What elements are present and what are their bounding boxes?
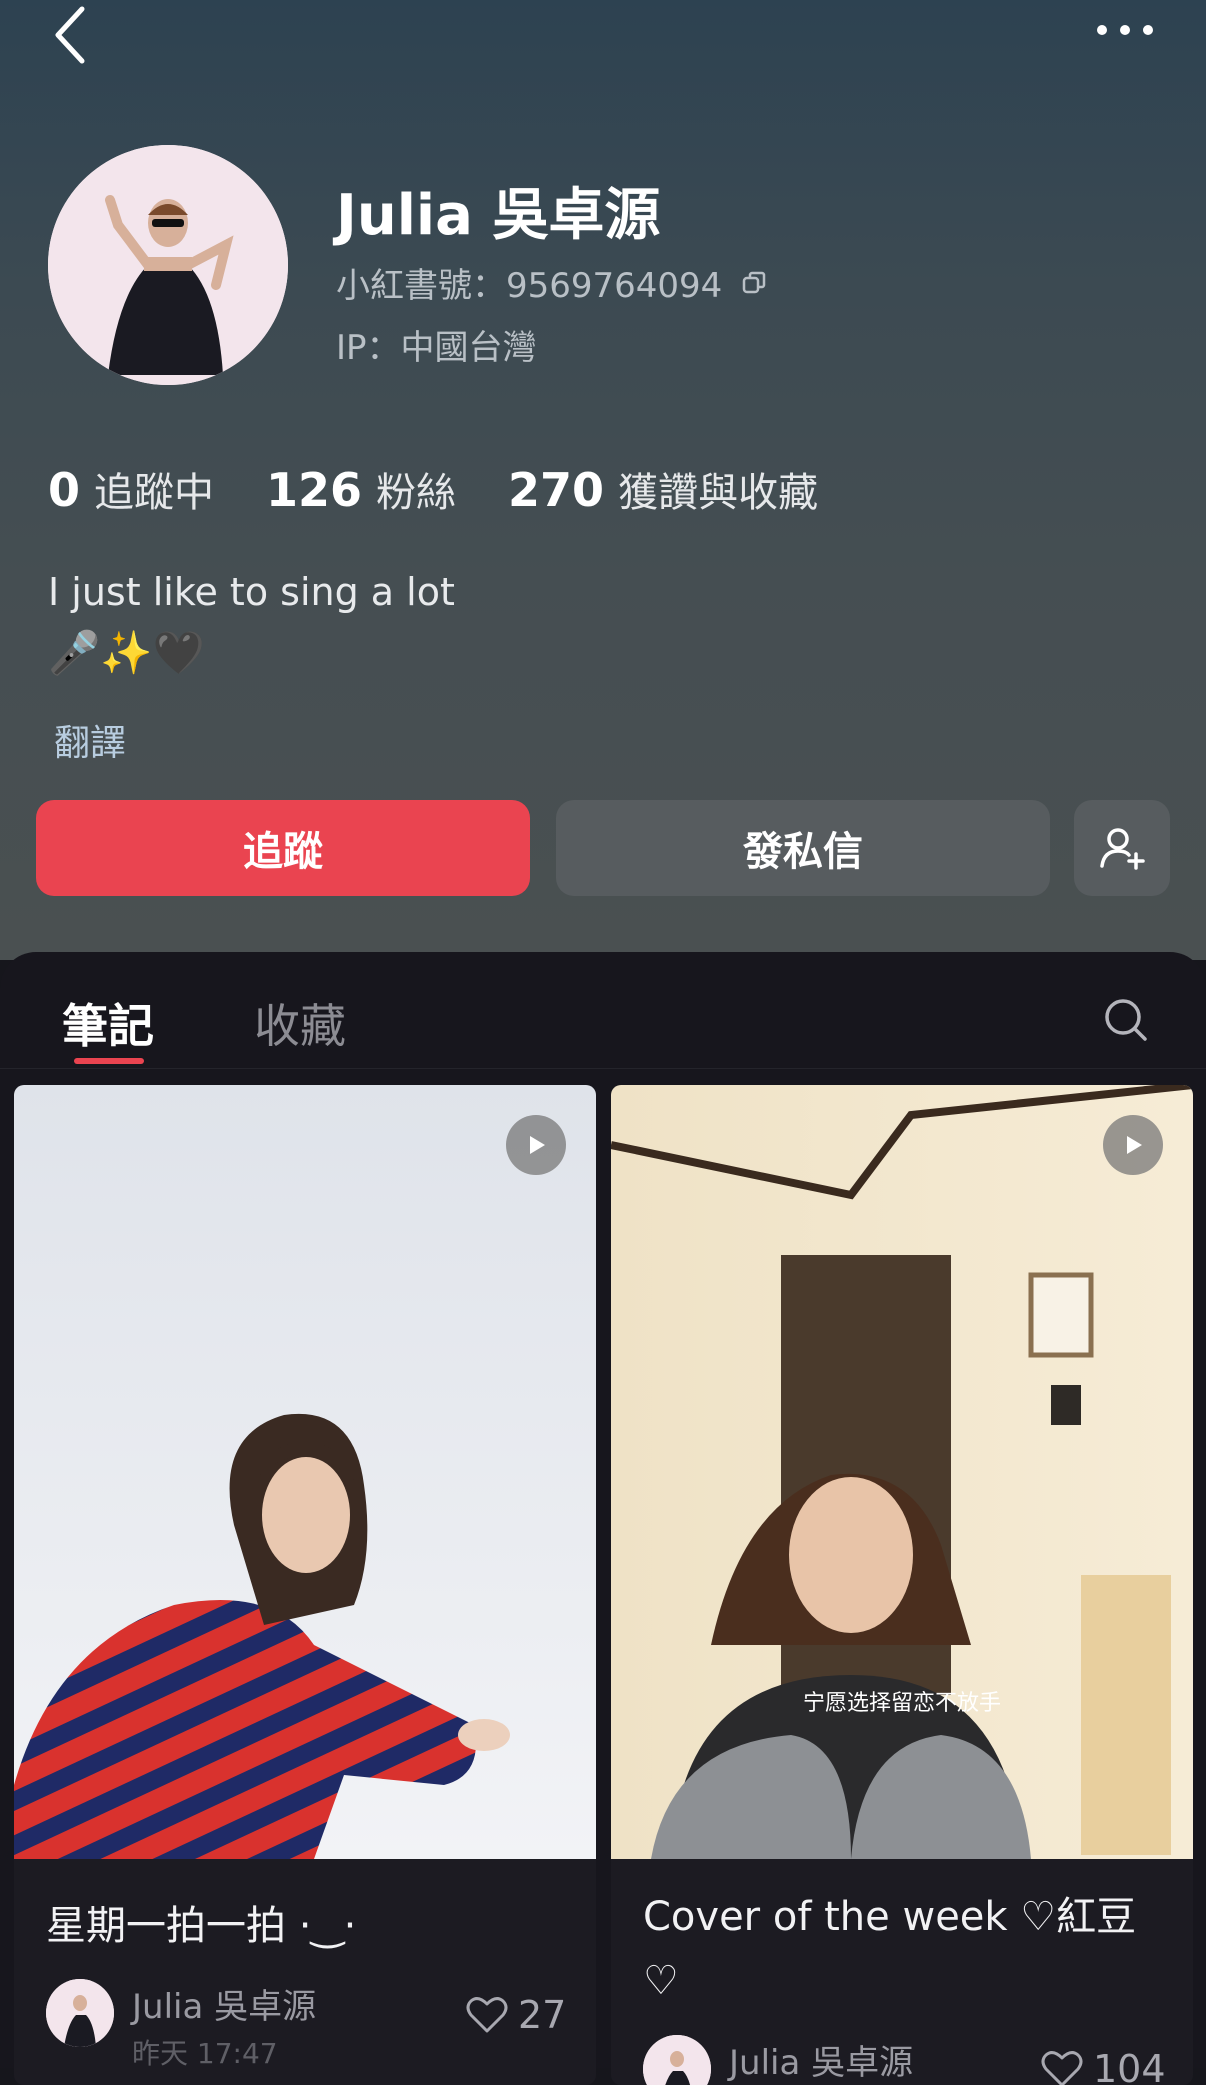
- post-author[interactable]: Julia 吳卓源 昨天 17:47: [46, 1979, 316, 2072]
- author-name: Julia 吳卓源: [729, 2043, 914, 2083]
- chevron-left-icon: [55, 6, 85, 64]
- user-id-row: 小紅書號：9569764094: [336, 258, 768, 307]
- post-author[interactable]: Julia 吳卓源: [643, 2035, 913, 2085]
- heart-icon: [466, 1997, 508, 2033]
- like-count-value: 27: [518, 1993, 567, 2037]
- avatar[interactable]: [48, 145, 288, 385]
- post-card[interactable]: 星期一拍一拍 ·‿· Julia 吳卓源 昨天 17:47 27: [14, 1085, 596, 2085]
- like-count-value: 104: [1093, 2047, 1166, 2085]
- add-friend-button[interactable]: [1074, 800, 1170, 896]
- like-count[interactable]: 104: [1041, 2047, 1166, 2085]
- ip-location: IP：中國台灣: [336, 328, 537, 368]
- stat-value: 126: [266, 463, 363, 517]
- post-thumbnail: 宁愿选择留恋不放手: [611, 1085, 1193, 1859]
- author-name: Julia 吳卓源: [132, 1987, 317, 2027]
- tab-notes[interactable]: 筆記: [62, 990, 154, 1056]
- play-icon: [1127, 1136, 1142, 1154]
- stat-value: 0: [48, 463, 81, 517]
- author-avatar: [46, 1979, 114, 2047]
- divider: [0, 1068, 1206, 1069]
- stat-likes-collects[interactable]: 270 獲讚與收藏: [508, 460, 818, 518]
- copy-icon[interactable]: [740, 269, 768, 297]
- post-title-line: ♡: [643, 1958, 679, 2004]
- follow-button[interactable]: 追蹤: [36, 800, 530, 896]
- bio-emoji: 🎤✨🖤: [48, 628, 205, 677]
- post-title-line: Cover of the week ♡紅豆: [643, 1894, 1137, 1940]
- post-thumbnail: [14, 1085, 596, 1859]
- stat-label: 獲讚與收藏: [618, 470, 819, 516]
- add-user-icon: [1100, 828, 1145, 870]
- back-button[interactable]: [40, 0, 100, 70]
- like-count[interactable]: 27: [466, 1993, 566, 2037]
- bio-text: I just like to sing a lot: [48, 570, 455, 614]
- post-title: 星期一拍一拍 ·‿·: [46, 1903, 357, 1949]
- video-badge: [1103, 1115, 1163, 1175]
- stat-label: 追蹤中: [94, 470, 215, 516]
- video-badge: [506, 1115, 566, 1175]
- profile-name: Julia 吳卓源: [336, 183, 661, 248]
- search-button[interactable]: [1096, 990, 1156, 1050]
- video-subtitle: 宁愿选择留恋不放手: [803, 1691, 1001, 1716]
- message-button[interactable]: 發私信: [556, 800, 1050, 896]
- user-id-text: 小紅書號：9569764094: [336, 266, 723, 306]
- avatar-image: [48, 145, 288, 385]
- stat-label: 粉絲: [376, 470, 457, 516]
- stat-followers[interactable]: 126 粉絲: [266, 460, 456, 518]
- play-icon: [530, 1136, 545, 1154]
- translate-link[interactable]: 翻譯: [54, 714, 126, 766]
- more-options-button[interactable]: [1090, 10, 1160, 50]
- stat-following[interactable]: 0 追蹤中: [48, 460, 214, 518]
- active-tab-indicator: [74, 1058, 144, 1064]
- more-dots-icon: [1097, 25, 1153, 35]
- post-title: Cover of the week ♡紅豆 ♡: [643, 1885, 1136, 2013]
- author-avatar: [643, 2035, 711, 2085]
- post-card[interactable]: 宁愿选择留恋不放手 Cover of the week ♡紅豆 ♡ Julia …: [611, 1085, 1193, 2085]
- search-icon: [1105, 999, 1147, 1041]
- tab-collections[interactable]: 收藏: [254, 990, 346, 1056]
- stat-value: 270: [508, 463, 605, 517]
- stats-row: 0 追蹤中 126 粉絲 270 獲讚與收藏: [48, 460, 870, 518]
- post-time: 昨天 17:47: [132, 2037, 278, 2070]
